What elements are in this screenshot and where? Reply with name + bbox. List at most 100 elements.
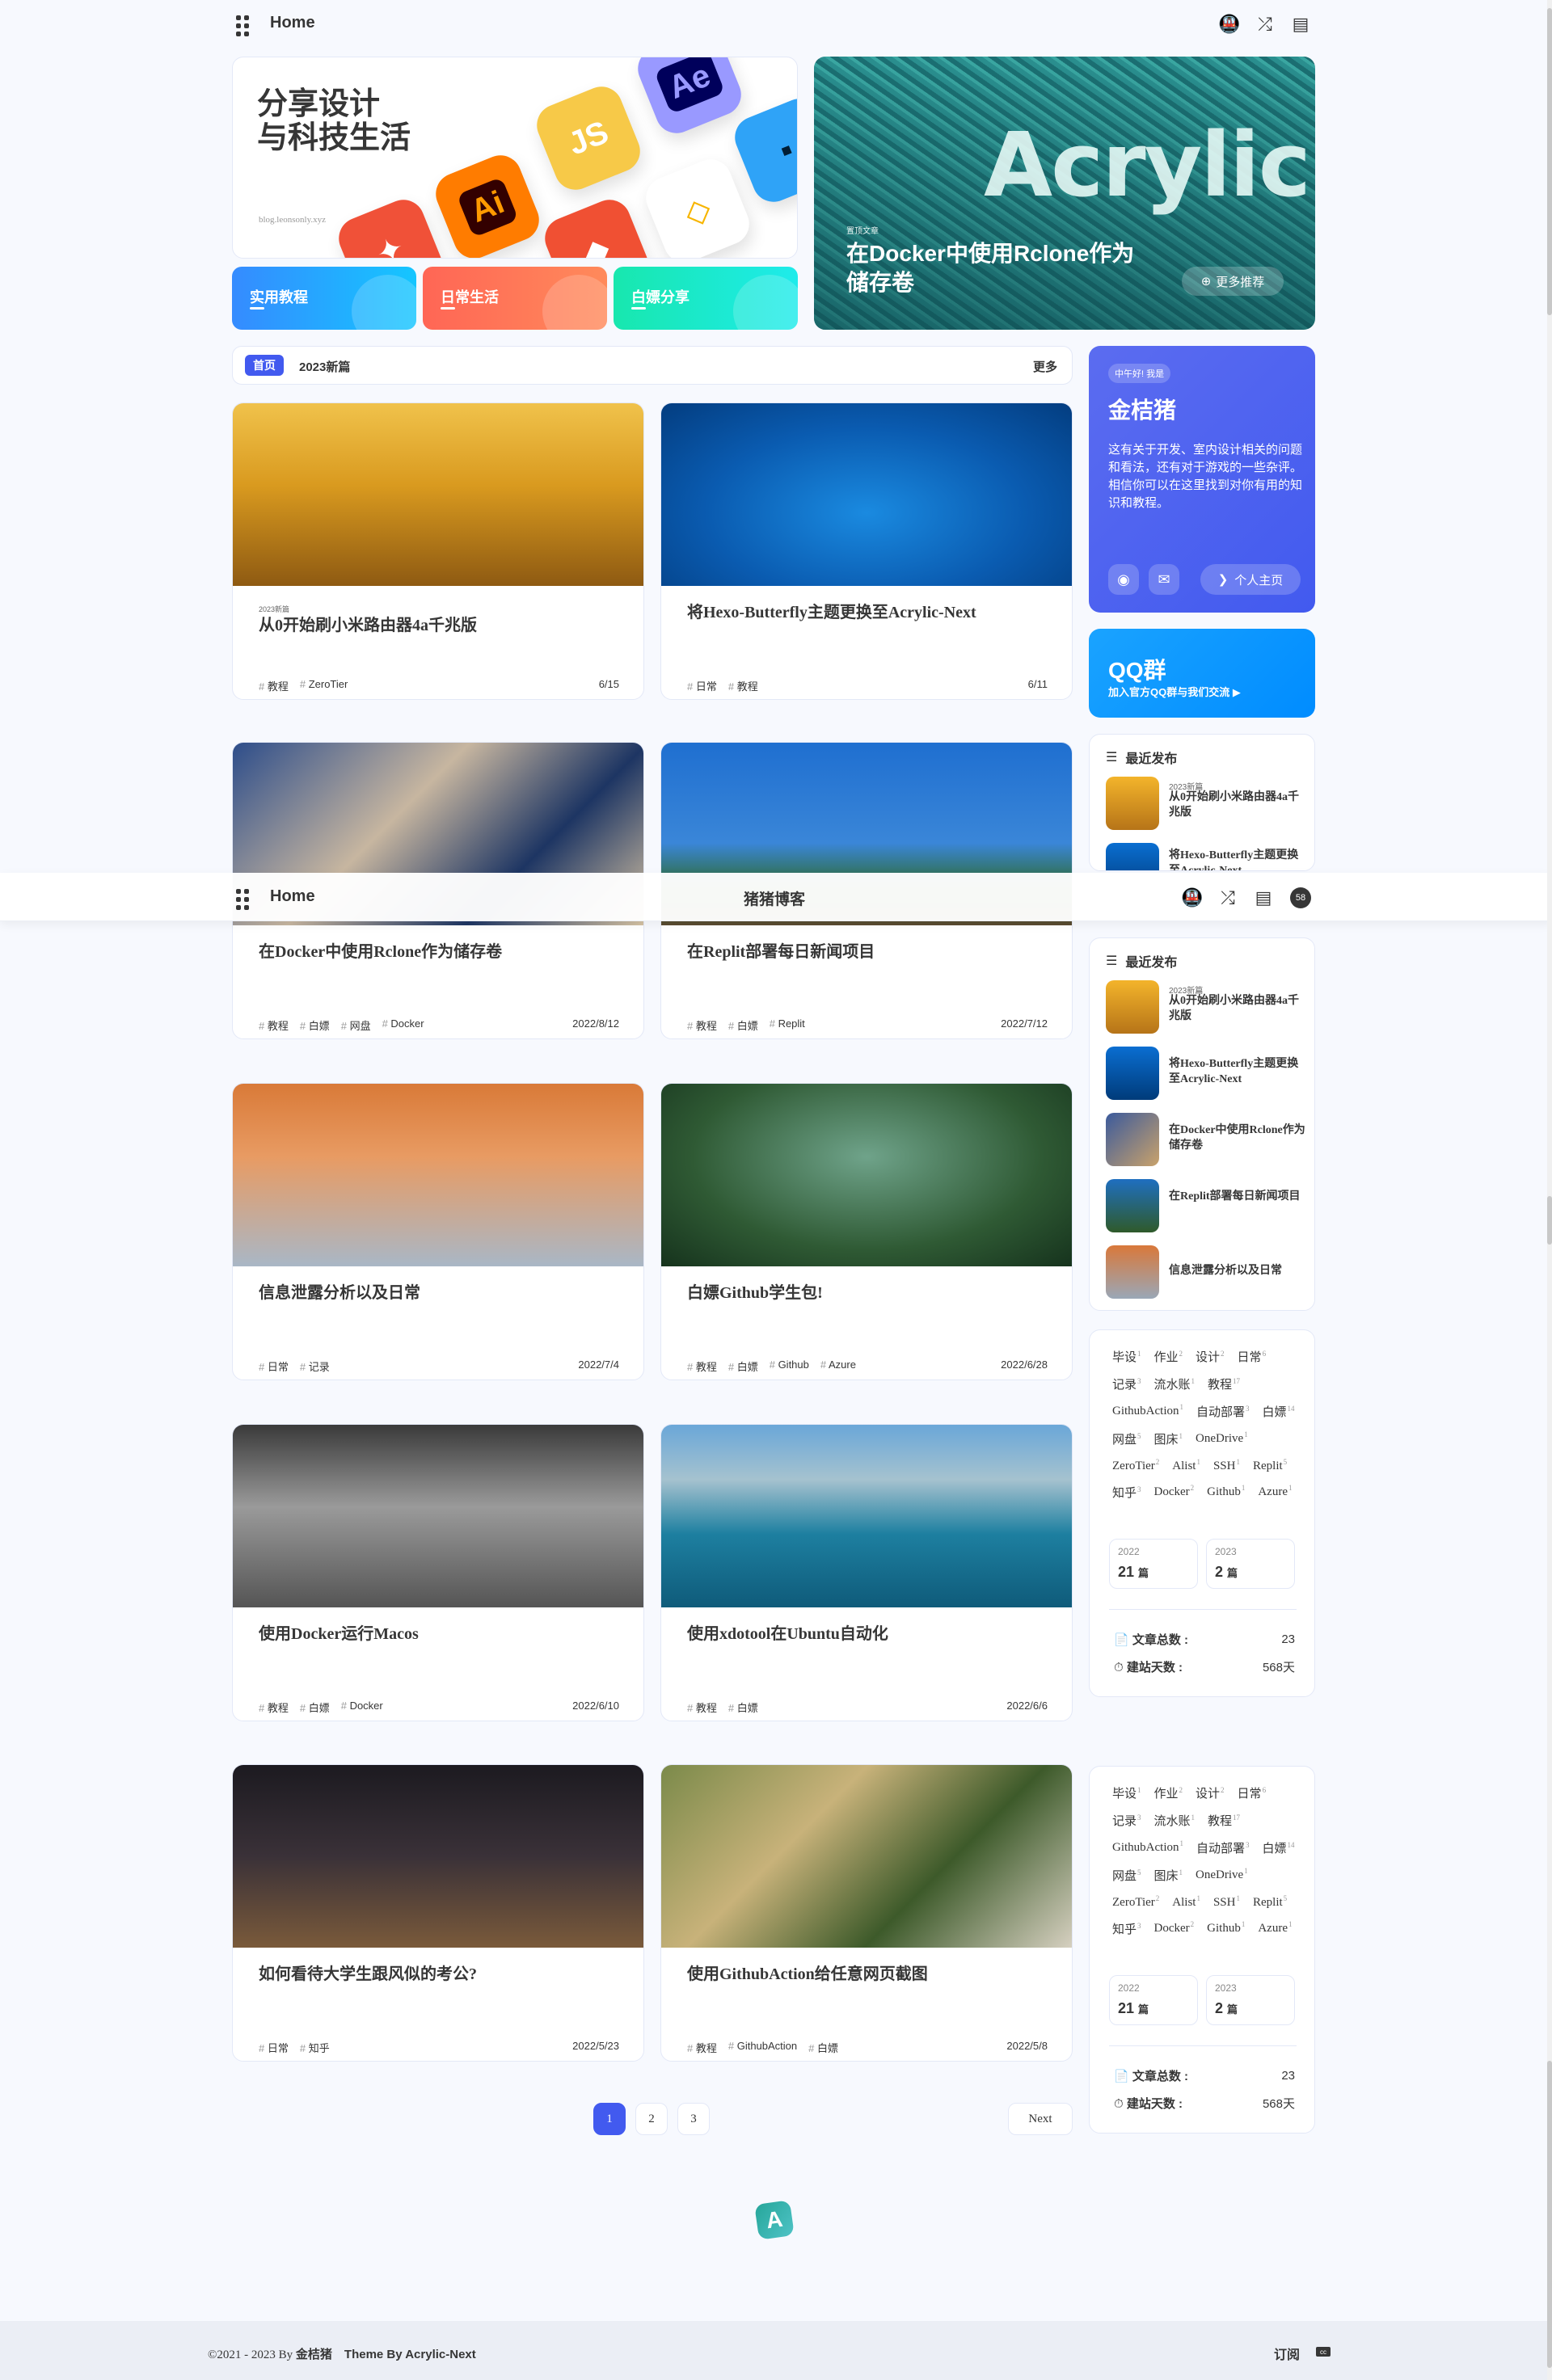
- tag-link[interactable]: Alist1: [1172, 1458, 1200, 1473]
- post-title[interactable]: 在Replit部署每日新闻项目: [687, 941, 1051, 963]
- site-title[interactable]: 猪猪博客: [744, 887, 805, 909]
- post-card[interactable]: 使用Docker运行Macos 教程白嫖 Docker 2022/6/10: [232, 1424, 644, 1721]
- post-card[interactable]: 将Hexo-Butterfly主题更换至Acrylic-Next 日常教程 6/11: [660, 402, 1073, 700]
- post-tag[interactable]: 教程: [259, 1017, 289, 1033]
- tag-link[interactable]: 白嫖14: [1263, 1839, 1295, 1856]
- post-card[interactable]: 信息泄露分析以及日常日常记录 2022/7/4: [232, 1083, 644, 1380]
- post-tag[interactable]: Azure: [820, 1358, 856, 1374]
- page-3-button[interactable]: 3: [677, 2103, 710, 2135]
- tag-link[interactable]: 记录3: [1112, 1812, 1141, 1829]
- tag-link[interactable]: 设计2: [1196, 1784, 1225, 1801]
- more-categories-link[interactable]: 更多: [1033, 358, 1057, 375]
- scrollbar-thumb-lower[interactable]: [1547, 1196, 1552, 1245]
- post-tag[interactable]: 白嫖: [728, 1358, 758, 1374]
- qq-group-card[interactable]: QQ群 加入官方QQ群与我们交流 ▶: [1089, 629, 1315, 718]
- archive-year-item[interactable]: 2023 2 篇: [1206, 1975, 1295, 2025]
- nav-home-link[interactable]: Home: [270, 14, 315, 32]
- post-cover-image[interactable]: [661, 403, 1072, 586]
- post-cover-image[interactable]: [233, 403, 643, 586]
- post-cover-image[interactable]: [233, 1425, 643, 1607]
- next-page-button[interactable]: Next: [1008, 2103, 1073, 2135]
- tag-link[interactable]: 作业2: [1154, 1348, 1183, 1365]
- tag-link[interactable]: SSH1: [1213, 1894, 1240, 1910]
- post-card[interactable]: 使用xdotool在Ubuntu自动化教程白嫖 2022/6/6: [660, 1424, 1073, 1721]
- tag-link[interactable]: 记录3: [1112, 1375, 1141, 1392]
- post-tag[interactable]: Docker: [341, 1700, 383, 1715]
- post-tag[interactable]: ZeroTier: [300, 678, 348, 693]
- scrollbar-track[interactable]: [1547, 0, 1552, 2380]
- post-tag[interactable]: 教程: [259, 678, 289, 693]
- featured-post-banner[interactable]: Acrylic 置顶文章 在Docker中使用Rclone作为储存卷 ⊕ 更多推荐: [814, 57, 1315, 330]
- recent-item[interactable]: 将Hexo-Butterfly主题更换至Acrylic-Next: [1106, 1047, 1304, 1100]
- current-category[interactable]: 2023新篇: [299, 358, 350, 375]
- post-tag[interactable]: 教程: [259, 1700, 289, 1715]
- personal-homepage-button[interactable]: ❯ 个人主页: [1200, 564, 1301, 595]
- github-icon[interactable]: ◉: [1108, 564, 1139, 595]
- tag-link[interactable]: 作业2: [1154, 1784, 1183, 1801]
- menu-grid-icon[interactable]: [236, 889, 254, 910]
- subscribe-link[interactable]: 订阅: [1274, 2344, 1300, 2363]
- tag-link[interactable]: SSH1: [1213, 1458, 1240, 1473]
- archive-year-item[interactable]: 2022 21 篇: [1109, 1539, 1198, 1589]
- category-free-button[interactable]: 白嫖分享: [614, 267, 798, 330]
- tag-link[interactable]: 知乎3: [1112, 1920, 1141, 1937]
- tag-link[interactable]: 白嫖14: [1263, 1403, 1295, 1420]
- tag-link[interactable]: 日常6: [1238, 1784, 1267, 1801]
- tag-link[interactable]: 知乎3: [1112, 1484, 1141, 1501]
- home-chip[interactable]: 首页: [245, 355, 284, 376]
- tag-link[interactable]: 网盘5: [1112, 1867, 1141, 1884]
- recent-item[interactable]: 2023新篇 从0开始刷小米路由器4a千兆版: [1106, 777, 1304, 830]
- tag-link[interactable]: 自动部署3: [1196, 1403, 1250, 1420]
- post-tag[interactable]: Github: [770, 1358, 809, 1374]
- tag-link[interactable]: 图床1: [1154, 1867, 1183, 1884]
- tag-link[interactable]: 图床1: [1154, 1430, 1183, 1447]
- scrollbar-thumb[interactable]: [1547, 8, 1552, 315]
- tag-link[interactable]: 自动部署3: [1196, 1839, 1250, 1856]
- post-tag[interactable]: 知乎: [300, 2040, 330, 2055]
- recent-item[interactable]: 2023新篇 从0开始刷小米路由器4a千兆版: [1106, 980, 1304, 1034]
- post-tag[interactable]: Replit: [770, 1017, 805, 1033]
- tag-link[interactable]: Github1: [1207, 1920, 1245, 1937]
- post-tag[interactable]: 网盘: [341, 1017, 371, 1033]
- post-card[interactable]: 白嫖Github学生包! 教程白嫖 Github Azure 2022/6/28: [660, 1083, 1073, 1380]
- tag-link[interactable]: Azure1: [1258, 1484, 1292, 1501]
- tag-link[interactable]: Github1: [1207, 1484, 1245, 1501]
- tag-link[interactable]: Docker2: [1154, 1484, 1195, 1501]
- tag-link[interactable]: 流水账1: [1154, 1812, 1196, 1829]
- post-tag[interactable]: 白嫖: [300, 1017, 330, 1033]
- tag-link[interactable]: OneDrive1: [1196, 1430, 1248, 1447]
- tag-link[interactable]: ZeroTier2: [1112, 1894, 1159, 1910]
- post-title[interactable]: 将Hexo-Butterfly主题更换至Acrylic-Next: [687, 602, 1051, 623]
- tag-link[interactable]: OneDrive1: [1196, 1867, 1248, 1884]
- post-cover-image[interactable]: [233, 1765, 643, 1948]
- post-title[interactable]: 使用xdotool在Ubuntu自动化: [687, 1624, 1051, 1645]
- post-card[interactable]: 2023新篇从0开始刷小米路由器4a千兆版教程 ZeroTier 6/15: [232, 402, 644, 700]
- post-tag[interactable]: 教程: [687, 1358, 717, 1374]
- tag-link[interactable]: 教程17: [1208, 1812, 1240, 1829]
- toggle-icon[interactable]: ▤: [1290, 14, 1311, 35]
- post-tag[interactable]: 教程: [728, 678, 758, 693]
- shuffle-icon[interactable]: ⤮: [1217, 887, 1238, 908]
- recent-item[interactable]: 将Hexo-Butterfly主题更换至Acrylic-Next: [1106, 843, 1304, 870]
- post-cover-image[interactable]: [233, 1084, 643, 1266]
- post-card[interactable]: 如何看待大学生跟风似的考公? 日常知乎 2022/5/23: [232, 1764, 644, 2062]
- post-cover-image[interactable]: [661, 1084, 1072, 1266]
- post-title[interactable]: 如何看待大学生跟风似的考公?: [259, 1964, 622, 1985]
- footer-theme[interactable]: Theme By Acrylic-Next: [344, 2348, 476, 2361]
- cc-license-icon[interactable]: cc: [1316, 2347, 1331, 2357]
- post-tag[interactable]: 教程: [687, 1017, 717, 1033]
- category-tutorial-button[interactable]: 实用教程: [232, 267, 416, 330]
- post-count-badge[interactable]: 58: [1290, 887, 1311, 908]
- tag-link[interactable]: ZeroTier2: [1112, 1458, 1159, 1473]
- tag-link[interactable]: Replit5: [1253, 1894, 1287, 1910]
- post-tag[interactable]: 日常: [259, 2040, 289, 2055]
- tag-link[interactable]: Replit5: [1253, 1458, 1287, 1473]
- post-title[interactable]: 从0开始刷小米路由器4a千兆版: [259, 615, 622, 636]
- site-logo[interactable]: A: [754, 2200, 795, 2240]
- post-cover-image[interactable]: [661, 1425, 1072, 1607]
- tag-link[interactable]: 网盘5: [1112, 1430, 1141, 1447]
- page-1-button[interactable]: 1: [593, 2103, 626, 2135]
- menu-grid-icon[interactable]: [236, 15, 254, 36]
- archive-year-item[interactable]: 2022 21 篇: [1109, 1975, 1198, 2025]
- toggle-icon[interactable]: ▤: [1253, 887, 1274, 908]
